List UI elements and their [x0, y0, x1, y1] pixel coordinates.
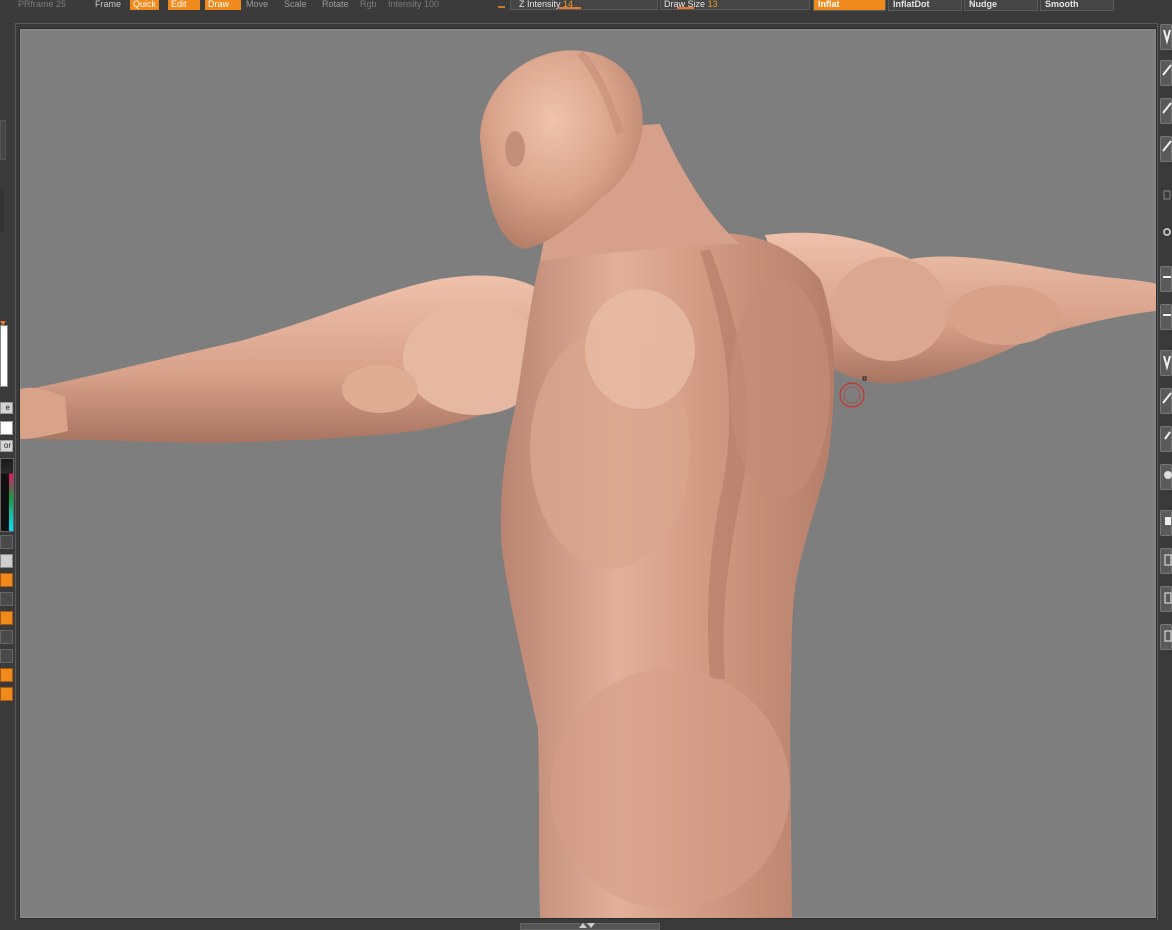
left-scapula: [585, 289, 695, 409]
scale-view-icon[interactable]: [1160, 388, 1172, 414]
left-button-or[interactable]: or: [0, 440, 13, 452]
z-intensity-label: Z Intensity: [519, 0, 561, 9]
frame-button[interactable]: Frame: [95, 0, 121, 11]
mrgb-indicator: [498, 6, 505, 8]
right-forearm: [950, 285, 1060, 345]
brush-smooth[interactable]: Smooth: [1040, 0, 1114, 11]
move-button[interactable]: Move: [246, 0, 268, 11]
center-icon[interactable]: [1160, 304, 1172, 330]
brush-nudge[interactable]: Nudge: [964, 0, 1038, 11]
move-icon[interactable]: [1160, 350, 1172, 376]
z-intensity-slider[interactable]: Z Intensity 14: [510, 0, 658, 10]
left-scroll-handle[interactable]: [0, 120, 6, 160]
orange-arrow-icon: [0, 314, 6, 326]
draw-size-value: 13: [707, 0, 718, 9]
tray-toggle-icon[interactable]: [577, 922, 597, 930]
left-slot-1[interactable]: [0, 535, 13, 549]
left-divider: [0, 188, 4, 232]
right-deltoid: [832, 257, 948, 361]
brush-inflatdot[interactable]: InflatDot: [888, 0, 962, 11]
frame-icon[interactable]: [1160, 586, 1172, 612]
quick-button[interactable]: Quick: [130, 0, 160, 10]
left-slot-3[interactable]: [0, 592, 13, 606]
right-lat: [730, 279, 830, 499]
draw-size-fill: [677, 7, 694, 9]
local-icon[interactable]: [1160, 222, 1172, 248]
rgb-intensity-value: 100: [424, 0, 440, 9]
left-toggle-2[interactable]: [0, 611, 13, 625]
draw-size-slider[interactable]: Draw Size 13: [660, 0, 810, 10]
prframe-slider[interactable]: PRframe 25: [18, 0, 66, 11]
left-slot-4[interactable]: [0, 630, 13, 644]
sphere-icon[interactable]: [1160, 464, 1172, 490]
prframe-value: 25: [56, 0, 67, 9]
color-picker-gradient[interactable]: [0, 458, 14, 532]
zoom-icon[interactable]: [1160, 60, 1172, 86]
bottom-tray: [0, 920, 1172, 930]
z-intensity-fill: [559, 7, 581, 9]
secondary-color-swatch[interactable]: [0, 421, 13, 435]
left-button-e[interactable]: e: [0, 402, 13, 414]
right-shelf: [1158, 12, 1172, 930]
left-slot-5[interactable]: [0, 649, 13, 663]
left-toggle-3[interactable]: [0, 668, 13, 682]
actual-size-icon[interactable]: [1160, 98, 1172, 124]
lower-back: [550, 669, 790, 909]
half-size-icon[interactable]: [1160, 136, 1172, 162]
top-toolbar: PRframe 25 Frame Quick Edit Draw Move Sc…: [0, 0, 1172, 12]
polyframe-icon[interactable]: [1160, 510, 1172, 536]
draw-button[interactable]: Draw: [205, 0, 241, 10]
brush-cursor-icon: [839, 376, 867, 408]
reset-icon[interactable]: [1160, 624, 1172, 650]
brush-inflat[interactable]: Inflat: [813, 0, 886, 11]
persp-icon[interactable]: [1160, 184, 1172, 210]
left-bicep: [342, 365, 418, 413]
left-hand: [20, 387, 68, 439]
scale-mode-icon[interactable]: [1160, 266, 1172, 292]
document-canvas[interactable]: [19, 28, 1157, 919]
edit-button[interactable]: Edit: [168, 0, 200, 10]
left-toggle-1[interactable]: [0, 573, 13, 587]
scroll-hand-icon[interactable]: [1160, 24, 1172, 50]
rotate-button[interactable]: Rotate: [322, 0, 349, 11]
transp-icon[interactable]: [1160, 548, 1172, 574]
left-slot-2[interactable]: [0, 554, 13, 568]
color-swatch-main[interactable]: [0, 325, 8, 387]
sculpt-model: [20, 50, 1156, 918]
prframe-label: PRframe: [18, 0, 54, 9]
rgb-intensity-label: Intensity: [388, 0, 422, 9]
rotate-view-icon[interactable]: [1160, 426, 1172, 452]
rgb-intensity-slider[interactable]: Intensity 100: [388, 0, 439, 11]
left-toggle-4[interactable]: [0, 687, 13, 701]
left-shelf: e or: [0, 12, 14, 930]
scale-button[interactable]: Scale: [284, 0, 307, 11]
ear: [505, 131, 525, 167]
rgb-button[interactable]: Rgb: [360, 0, 377, 11]
